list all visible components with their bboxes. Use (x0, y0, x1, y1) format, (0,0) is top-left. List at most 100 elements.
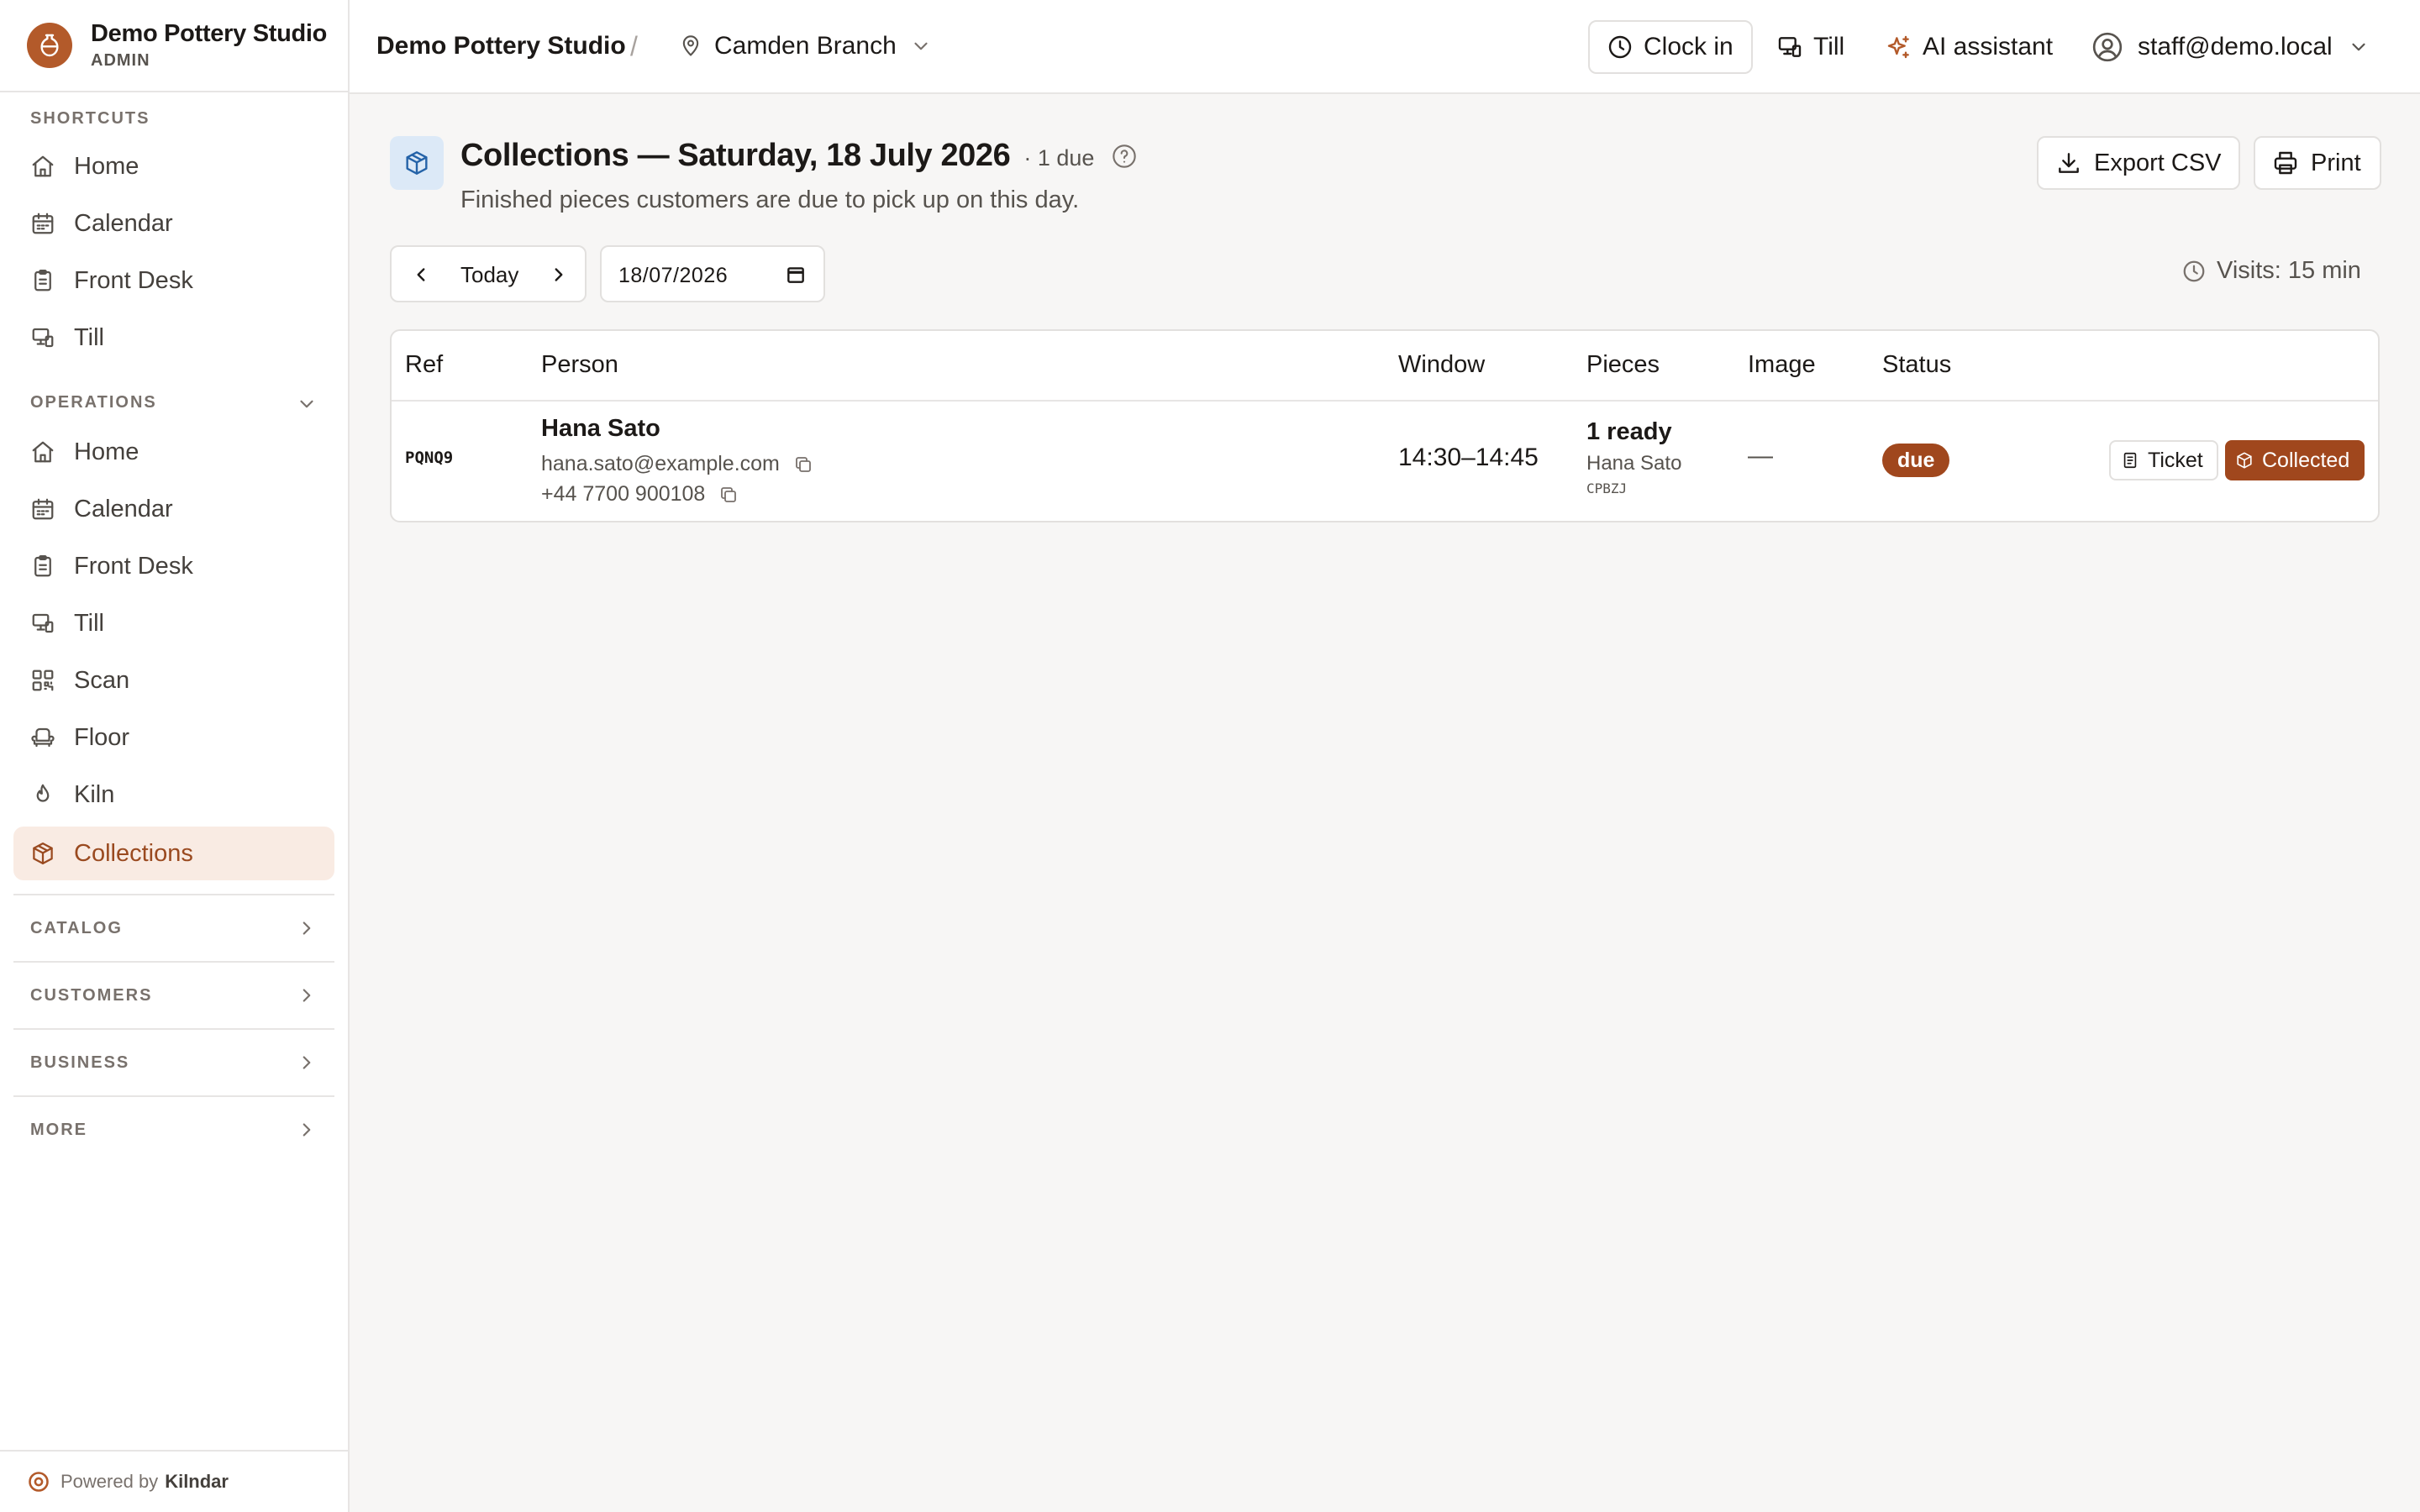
brand-name: Demo Pottery Studio (91, 20, 328, 47)
nav-label: Kiln (74, 780, 115, 808)
package-icon (390, 136, 444, 190)
kilndar-logo-icon (27, 1470, 50, 1494)
mark-collected-button[interactable]: Collected (2225, 440, 2365, 480)
ai-assistant-label: AI assistant (1923, 33, 2054, 60)
shortcut-item-till[interactable]: Till (13, 311, 334, 365)
breadcrumb-studio[interactable]: Demo Pottery Studio (376, 0, 626, 92)
package-icon (2235, 451, 2254, 470)
clock-in-label: Clock in (1644, 33, 1733, 60)
powered-brand: Kilndar (165, 1471, 229, 1492)
print-label: Print (2311, 149, 2361, 176)
catalog-section-toggle[interactable]: CATALOG (30, 919, 123, 938)
image-placeholder: — (1748, 442, 1773, 470)
print-button[interactable]: Print (2254, 136, 2381, 190)
business-section-toggle[interactable]: BUSINESS (30, 1053, 129, 1073)
pieces-code: CPBZJ (1586, 480, 1628, 496)
nav-label: Front Desk (74, 552, 193, 580)
calendar-icon (30, 211, 55, 236)
sidebar-item-calendar[interactable]: Calendar (13, 482, 334, 536)
column-header-image: Image (1748, 351, 1816, 378)
operations-section-label: OPERATIONS (30, 393, 157, 412)
powered-prefix: Powered by (60, 1471, 159, 1492)
sidebar-item-home[interactable]: Home (13, 425, 334, 479)
nav-label: Calendar (74, 209, 173, 237)
branch-label: Camden Branch (714, 32, 897, 60)
chevron-down-icon (2348, 36, 2370, 58)
customer-phone-line: +44 7700 900108 (541, 482, 739, 507)
till-icon (30, 325, 55, 350)
column-header-window: Window (1398, 351, 1486, 378)
divider (13, 961, 334, 963)
home-icon (30, 154, 55, 179)
user-email: staff@demo.local (2138, 33, 2333, 60)
package-icon (30, 841, 55, 866)
branch-selector[interactable]: Camden Branch (679, 0, 944, 92)
ai-assistant-button[interactable]: AI assistant (1886, 20, 2053, 74)
clock-in-button[interactable]: Clock in (1588, 20, 1753, 74)
user-menu[interactable]: staff@demo.local (2091, 20, 2383, 74)
today-button[interactable]: Today (460, 262, 518, 288)
nav-label: Till (74, 323, 104, 351)
chevron-right-icon[interactable] (548, 264, 570, 286)
column-header-pieces: Pieces (1586, 351, 1660, 378)
chevron-left-icon[interactable] (410, 264, 432, 286)
receipt-icon (2121, 451, 2139, 470)
topbar: Demo Pottery Studio / Camden Branch Cloc… (350, 0, 2420, 94)
till-icon (30, 611, 55, 636)
booking-ref: PQNQ9 (405, 449, 454, 467)
shortcut-item-calendar[interactable]: Calendar (13, 197, 334, 250)
sidebar-item-collections[interactable]: Collections (13, 827, 334, 880)
chevron-right-icon[interactable] (296, 984, 318, 1006)
customer-name: Hana Sato (541, 415, 660, 442)
nav-label: Front Desk (74, 266, 193, 294)
column-header-ref: Ref (405, 351, 444, 378)
flame-icon (30, 782, 55, 807)
chevron-down-icon[interactable] (296, 393, 318, 415)
column-header-status: Status (1882, 351, 1952, 378)
sidebar-item-till[interactable]: Till (13, 596, 334, 650)
copy-icon[interactable] (718, 485, 739, 505)
help-circle-icon[interactable] (1111, 143, 1138, 170)
customer-email: hana.sato@example.com (541, 452, 780, 475)
column-header-person: Person (541, 351, 618, 378)
export-csv-button[interactable]: Export CSV (2037, 136, 2240, 190)
clock-icon (1607, 34, 1634, 60)
till-button[interactable]: Till (1776, 20, 1844, 74)
sidebar-item-floor[interactable]: Floor (13, 711, 334, 764)
till-label: Till (1813, 33, 1845, 60)
sidebar-item-kiln[interactable]: Kiln (13, 768, 334, 822)
copy-icon[interactable] (793, 454, 813, 475)
more-section-toggle[interactable]: MORE (30, 1121, 87, 1140)
user-avatar-icon (2091, 30, 2124, 64)
qr-code-icon (30, 668, 55, 693)
date-value: 18/07/2026 (618, 264, 729, 287)
divider (13, 1028, 334, 1030)
ticket-button[interactable]: Ticket (2109, 440, 2218, 480)
calendar-picker-icon[interactable] (785, 264, 807, 286)
clipboard-icon (30, 268, 55, 293)
brand-role: ADMIN (91, 51, 150, 70)
clipboard-icon (30, 554, 55, 579)
customer-email-line: hana.sato@example.com (541, 452, 813, 476)
shortcuts-section-label: SHORTCUTS (30, 109, 150, 128)
calendar-icon (30, 496, 55, 522)
divider (13, 1095, 334, 1097)
collected-label: Collected (2262, 448, 2350, 472)
sidebar-item-front-desk[interactable]: Front Desk (13, 539, 334, 593)
header-divider (392, 400, 2378, 402)
date-input[interactable]: 18/07/2026 (600, 245, 825, 302)
chevron-right-icon[interactable] (296, 1119, 318, 1141)
sidebar-item-scan[interactable]: Scan (13, 654, 334, 707)
shortcut-item-home[interactable]: Home (13, 139, 334, 193)
printer-icon (2272, 150, 2299, 176)
chevron-right-icon[interactable] (296, 917, 318, 939)
brand-header[interactable]: Demo Pottery Studio ADMIN (0, 0, 348, 92)
powered-by-footer[interactable]: Powered by Kilndar (0, 1450, 348, 1512)
vase-logo-icon (27, 23, 72, 68)
customers-section-toggle[interactable]: CUSTOMERS (30, 986, 152, 1005)
visits-label: Visits: 15 min (2217, 257, 2361, 284)
shortcut-item-front-desk[interactable]: Front Desk (13, 254, 334, 307)
chevron-right-icon[interactable] (296, 1052, 318, 1074)
ticket-label: Ticket (2148, 448, 2203, 472)
nav-label: Till (74, 609, 104, 637)
